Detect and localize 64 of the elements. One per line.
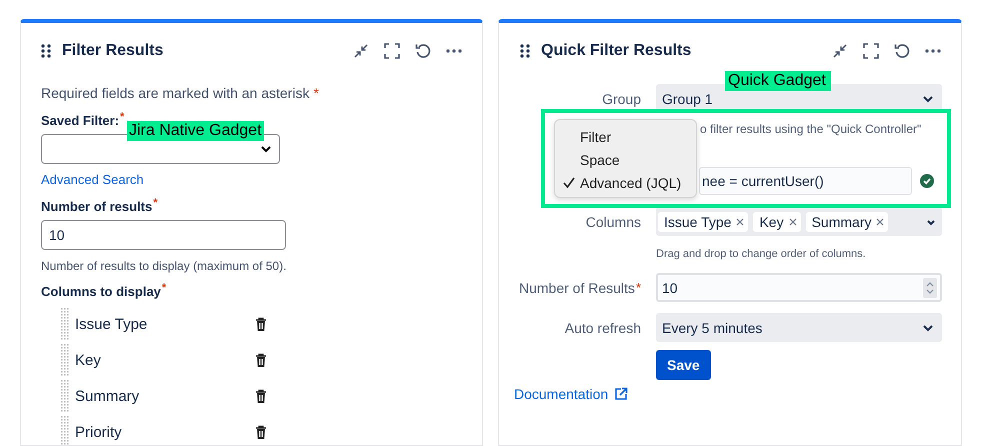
trash-icon[interactable] [255,353,267,367]
drag-handle-icon[interactable] [61,344,69,376]
external-link-icon [614,387,628,401]
refresh-icon[interactable] [415,43,431,59]
column-name: Priority [75,424,123,440]
fullscreen-icon[interactable] [863,43,879,59]
required-mark: * [153,198,158,211]
remove-icon[interactable] [876,218,884,226]
tag-label: Issue Type [664,214,732,230]
drag-handle-icon[interactable] [61,380,69,412]
field-label: Group [602,90,641,106]
minimize-icon[interactable] [832,43,848,59]
menu-item[interactable]: Space [555,148,696,171]
gadget-title: Quick Filter Results [541,42,692,60]
required-mark: * [120,112,124,125]
remove-icon[interactable] [788,218,797,226]
column-name: Summary [75,388,140,404]
instruction-text: Required fields are marked with an asterisk [41,85,310,101]
columns-select[interactable]: Issue Type Key Summary [656,207,942,236]
refresh-icon[interactable] [894,43,910,59]
number-input-field[interactable]: 10 [656,273,942,302]
auto-refresh-select[interactable]: Every 5 minutes [656,313,942,342]
field-label: Number of Results [519,280,635,296]
menu-item[interactable]: Advanced (JQL) [555,171,696,194]
field-label: Saved Filter: [41,112,120,130]
trash-icon[interactable] [255,425,267,439]
field-value: 10 [662,280,678,296]
save-button[interactable]: Save [656,350,711,380]
annotation-label: Quick Gadget [725,71,831,91]
fullscreen-icon[interactable] [384,43,400,59]
field-label: Columns [586,214,641,230]
drag-handle-icon [520,44,530,58]
required-mark: * [313,85,319,101]
tag-label: Summary [812,214,872,230]
chevron-down-icon [926,218,936,226]
annotation-label: Jira Native Gadget [127,121,264,141]
drag-handle-icon [41,44,51,58]
field-label: Number of results [41,198,152,216]
drag-handle-icon[interactable] [61,308,69,340]
column-name: Key [75,352,102,368]
required-mark: * [636,280,641,296]
query-input-field[interactable]: nee = currentUser() [699,167,912,195]
chevron-down-icon [260,144,272,154]
number-input-field[interactable]: 10 [41,220,286,250]
remove-icon[interactable] [736,218,744,226]
minimize-icon[interactable] [353,43,369,59]
menu-item[interactable]: Filter [555,125,696,148]
spinner-icon[interactable] [923,278,937,298]
help-text: Number of results to display (maximum of 50). [41,258,288,274]
documentation-link[interactable]: Documentation [514,385,628,403]
tag-label: Key [759,214,784,230]
help-text: o filter results using the "Quick Controller" [700,121,922,137]
select-value: Every 5 minutes [662,320,762,336]
drag-handle-icon[interactable] [61,416,69,446]
advanced-search-link[interactable]: Advanced Search [41,171,144,189]
select-value: Group 1 [662,90,713,106]
gadget-title: Filter Results [62,42,164,60]
field-label: Auto refresh [564,320,641,336]
field-label: Columns to display [41,283,161,301]
required-mark: * [162,283,166,296]
column-name: Issue Type [75,316,148,332]
trash-icon[interactable] [255,389,267,403]
help-text: Drag and drop to change order of columns. [655,247,867,262]
trash-icon[interactable] [255,317,267,331]
